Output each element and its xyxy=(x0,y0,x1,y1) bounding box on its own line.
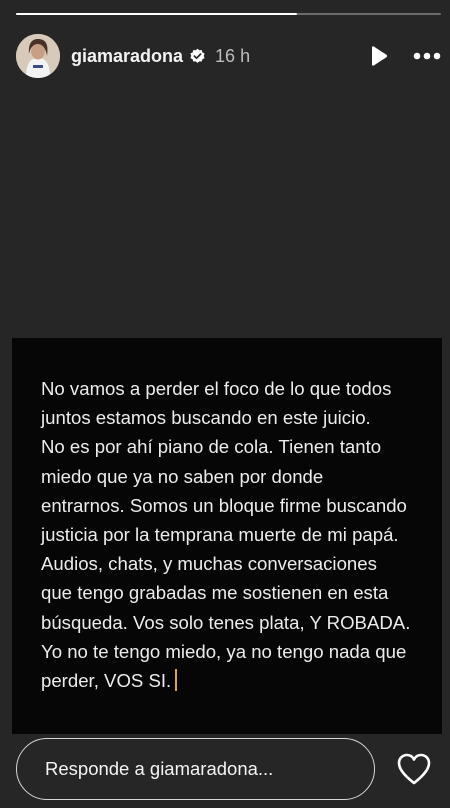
more-options-icon[interactable] xyxy=(413,52,441,60)
reply-input[interactable]: Responde a giamaradona... xyxy=(16,738,375,800)
play-icon[interactable] xyxy=(367,45,389,67)
heart-icon[interactable] xyxy=(396,752,432,786)
story-text-card: No vamos a perder el foco de lo que todo… xyxy=(12,338,442,734)
header-actions xyxy=(367,45,441,67)
story-text: No vamos a perder el foco de lo que todo… xyxy=(41,374,436,695)
story-progress-fill xyxy=(16,13,297,15)
text-caret xyxy=(175,669,178,692)
story-progress-bar xyxy=(16,13,441,15)
post-time: 16 h xyxy=(215,45,251,66)
story-header: giamaradona 16 h xyxy=(16,33,441,79)
verified-badge-icon xyxy=(190,48,205,63)
reply-placeholder: Responde a giamaradona... xyxy=(45,758,274,779)
story-text-body: No vamos a perder el foco de lo que todo… xyxy=(41,378,411,692)
username[interactable]: giamaradona xyxy=(71,46,183,67)
avatar[interactable] xyxy=(16,34,60,78)
